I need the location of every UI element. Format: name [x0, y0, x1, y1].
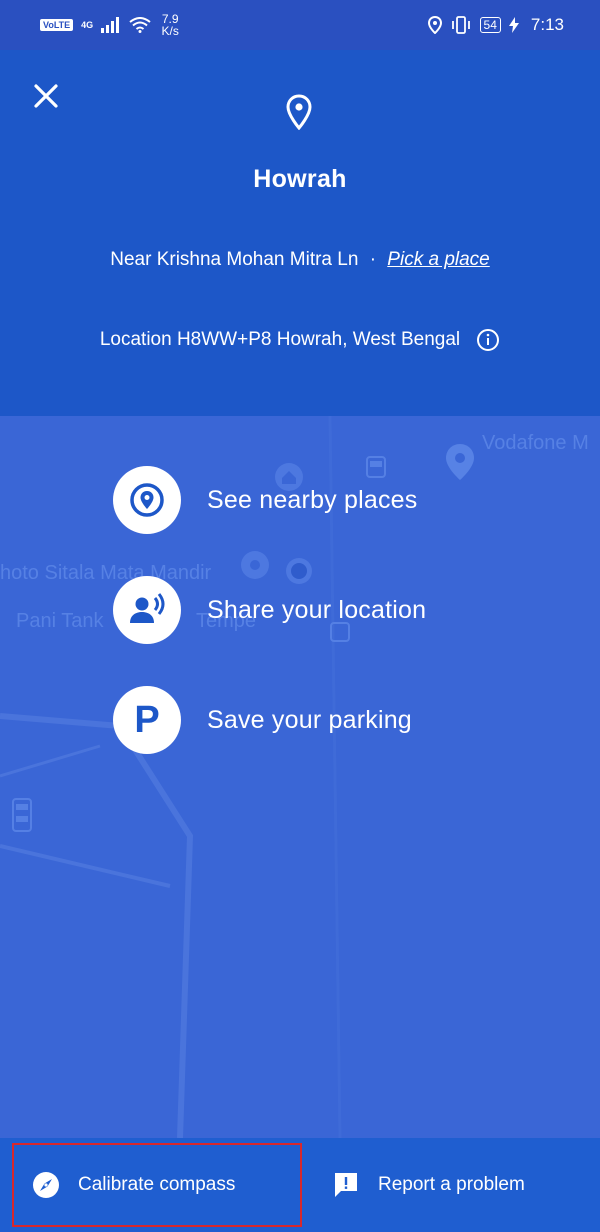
status-bar: VoLTE 4G 7.9 K/s 54 7:13 [0, 0, 600, 50]
charging-icon [508, 17, 519, 33]
status-left: VoLTE 4G 7.9 K/s [40, 13, 181, 37]
volte-badge: VoLTE [40, 19, 74, 31]
network-speed: 7.9 K/s [159, 13, 181, 37]
action-see-nearby-places[interactable]: See nearby places [113, 466, 553, 534]
calibrate-compass-label: Calibrate compass [78, 1174, 236, 1195]
info-icon[interactable] [476, 328, 500, 352]
bottom-bar: Calibrate compass Report a problem [0, 1138, 600, 1232]
battery-level: 54 [479, 17, 501, 33]
action-list: See nearby places Share your location P … [113, 466, 553, 796]
action-label: See nearby places [207, 485, 418, 514]
nearby-places-icon [130, 483, 164, 517]
compass-icon [33, 1172, 59, 1198]
map-label-tank: Pani Tank [16, 610, 104, 632]
action-icon-circle: P [113, 686, 181, 754]
place-title: Howrah [253, 165, 347, 193]
place-header: Howrah Near Krishna Mohan Mitra Ln · Pic… [0, 50, 600, 416]
location-pin-icon [286, 94, 312, 130]
report-problem-label: Report a problem [378, 1174, 525, 1195]
network-type: 4G [81, 20, 94, 30]
action-label: Share your location [207, 595, 427, 624]
action-label: Save your parking [207, 705, 412, 734]
map-bus-stop-icon [12, 798, 32, 832]
plus-code-text: Location H8WW+P8 Howrah, West Bengal [99, 329, 461, 350]
action-icon-circle [113, 576, 181, 644]
speed-unit: K/s [161, 24, 179, 38]
calibrate-compass-button[interactable]: Calibrate compass [12, 1143, 302, 1227]
address-line: Near Krishna Mohan Mitra Ln · Pick a pla… [0, 249, 600, 271]
wifi-icon [129, 17, 151, 33]
report-problem-button[interactable]: Report a problem [328, 1143, 525, 1227]
separator-dot: · [369, 249, 377, 270]
action-share-location[interactable]: Share your location [113, 576, 553, 644]
parking-icon: P [134, 698, 160, 741]
action-icon-circle [113, 466, 181, 534]
location-status-icon [427, 16, 442, 34]
share-location-icon [130, 593, 165, 623]
plus-code-line: Location H8WW+P8 Howrah, West Bengal [0, 328, 600, 352]
action-save-parking[interactable]: P Save your parking [113, 686, 553, 754]
nearby-street: Near Krishna Mohan Mitra Ln [110, 249, 359, 270]
status-right: 54 7:13 [427, 15, 564, 35]
feedback-icon [335, 1173, 357, 1197]
signal-icon [101, 17, 120, 33]
map-label-vodafone: Vodafone M [482, 432, 589, 454]
vibrate-icon [451, 16, 470, 34]
pick-a-place-link[interactable]: Pick a place [387, 249, 489, 270]
clock: 7:13 [530, 15, 564, 34]
close-icon[interactable] [32, 82, 60, 110]
